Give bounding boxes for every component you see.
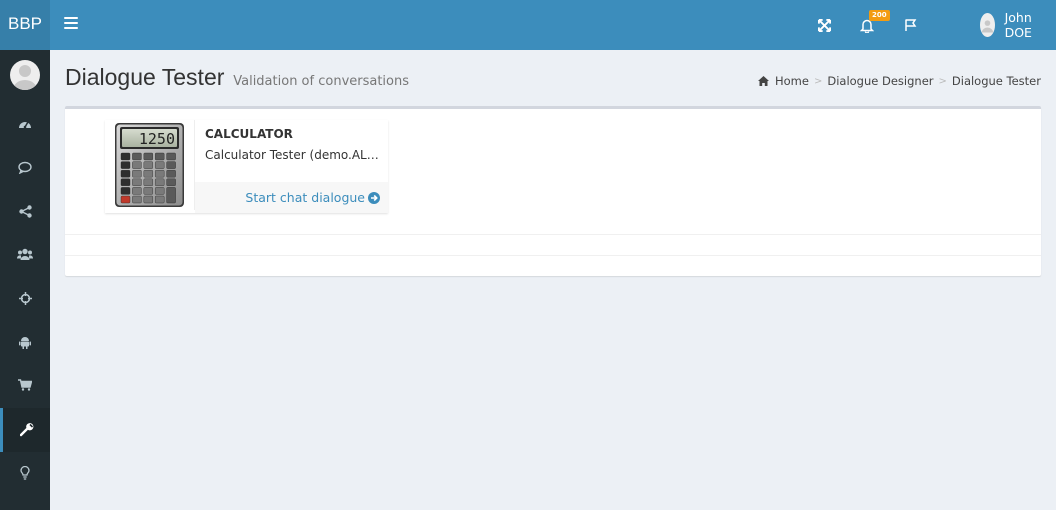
arrow-circle-right-icon (368, 191, 380, 204)
notifications-badge: 200 (869, 10, 890, 21)
page-subtitle: Validation of conversations (233, 74, 410, 89)
calculator-key (143, 178, 153, 186)
calculator-key (120, 170, 131, 178)
chat-bubble-icon (18, 161, 32, 174)
calculator-key (155, 187, 165, 195)
calculator-key (143, 170, 153, 178)
calculator-key (132, 170, 142, 178)
android-icon (19, 336, 31, 349)
calculator-key (155, 170, 165, 178)
calculator-key (143, 161, 153, 169)
sidebar-item-android[interactable] (0, 320, 50, 364)
breadcrumb-current: Dialogue Tester (951, 74, 1041, 88)
brand-logo[interactable]: BBP (0, 0, 50, 50)
start-chat-dialogue-link[interactable]: Start chat dialogue (245, 190, 380, 205)
sidebar-item-ideas[interactable] (0, 451, 50, 495)
sidebar-item-tools[interactable] (0, 408, 50, 452)
home-icon (757, 76, 769, 86)
flag-button[interactable] (891, 0, 931, 50)
breadcrumb: Home > Dialogue Designer > Dialogue Test… (757, 74, 1041, 88)
sidebar-toggle-button[interactable] (64, 17, 78, 31)
calculator-key (155, 178, 165, 186)
calculator-key (166, 178, 176, 186)
dialogue-list-box: 1250 CALCULATOR Calculator Tester (demo.… (65, 106, 1041, 276)
sidebar (0, 50, 50, 510)
calculator-key (166, 170, 176, 178)
user-silhouette-icon (981, 20, 993, 33)
calculator-key (143, 195, 153, 204)
users-icon (17, 248, 33, 260)
calculator-key (132, 161, 142, 169)
user-avatar (979, 13, 995, 37)
calculator-key (143, 152, 153, 161)
dialogue-description: Calculator Tester (demo.ALICE) (205, 148, 380, 162)
content-header: Dialogue Tester Validation of conversati… (65, 64, 409, 91)
calculator-key (132, 178, 142, 186)
calculator-key (143, 187, 153, 195)
sidebar-item-cart[interactable] (0, 363, 50, 407)
dialogue-card-footer: Start chat dialogue (195, 182, 388, 213)
sidebar-item-share[interactable] (0, 189, 50, 233)
calculator-key (155, 152, 165, 161)
breadcrumb-separator: > (938, 75, 947, 87)
calculator-keypad (120, 152, 176, 204)
calculator-key (155, 195, 165, 204)
calculator-key (166, 161, 176, 169)
calculator-key (132, 195, 142, 204)
dialogue-card: 1250 CALCULATOR Calculator Tester (demo.… (105, 120, 388, 213)
calculator-image: 1250 (105, 120, 195, 210)
flag-icon (905, 19, 917, 31)
sidebar-item-target[interactable] (0, 276, 50, 320)
sidebar-user-avatar[interactable] (10, 60, 40, 90)
breadcrumb-designer-link[interactable]: Dialogue Designer (827, 74, 933, 88)
notifications-button[interactable]: 200 (847, 0, 890, 50)
share-icon (18, 204, 32, 218)
calculator-key (120, 161, 131, 169)
dialogue-title: CALCULATOR (205, 127, 293, 141)
top-navbar: BBP 200 John DOE (0, 0, 1056, 50)
fullscreen-button[interactable] (804, 0, 844, 50)
page-title: Dialogue Tester (65, 64, 225, 90)
breadcrumb-home-link[interactable]: Home (775, 74, 809, 88)
breadcrumb-separator: > (813, 75, 823, 87)
shopping-cart-icon (18, 379, 32, 391)
calculator-key (120, 195, 131, 204)
user-silhouette-icon (13, 65, 37, 90)
sidebar-item-dashboard[interactable] (0, 102, 50, 146)
wrench-icon (19, 423, 33, 437)
calculator-key (132, 152, 142, 161)
calculator-key (166, 187, 176, 204)
user-name: John DOE (1004, 10, 1032, 40)
calculator-key (155, 161, 165, 169)
sidebar-item-conversations[interactable] (0, 145, 50, 189)
user-menu[interactable]: John DOE (979, 0, 1041, 50)
calculator-key (132, 187, 142, 195)
expand-icon (817, 18, 831, 32)
sidebar-item-users[interactable] (0, 232, 50, 276)
calculator-key (120, 152, 131, 161)
crosshair-icon (18, 291, 32, 305)
lightbulb-icon (20, 466, 30, 480)
calculator-key (120, 187, 131, 195)
start-chat-dialogue-label: Start chat dialogue (245, 190, 365, 205)
box-divider (65, 234, 1041, 235)
calculator-key (120, 178, 131, 186)
calculator-key (166, 152, 176, 161)
dashboard-icon (19, 121, 31, 129)
box-divider (65, 255, 1041, 256)
